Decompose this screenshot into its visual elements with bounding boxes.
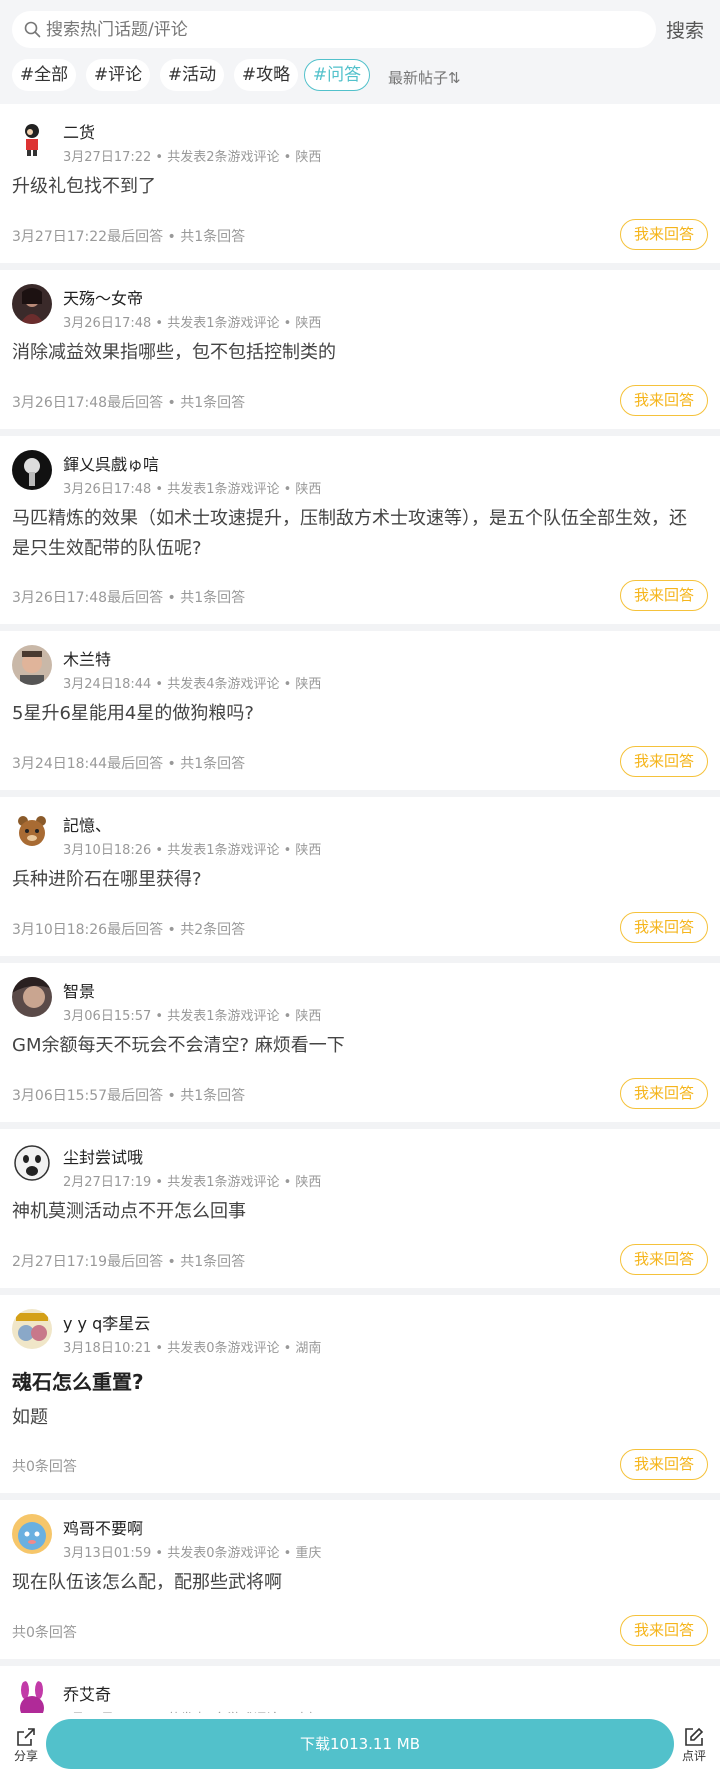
answer-button[interactable]: 我来回答	[620, 1449, 708, 1480]
avatar[interactable]	[12, 645, 52, 685]
username[interactable]: 二货	[63, 119, 95, 143]
search-input[interactable]	[46, 11, 646, 48]
avatar[interactable]	[12, 450, 52, 490]
search-box[interactable]	[12, 11, 656, 48]
share-label: 分享	[13, 1749, 38, 1763]
username[interactable]: 乔艾奇	[63, 1681, 111, 1705]
avatar[interactable]	[12, 284, 52, 324]
post-card[interactable]: 記憶、 3月10日18:26 • 共发表1条游戏评论 • 陕西 兵种进阶石在哪里…	[0, 797, 720, 956]
post-meta: 3月26日17:48 • 共发表1条游戏评论 • 陕西	[63, 482, 322, 497]
avatar[interactable]	[12, 118, 52, 158]
post-footer: 3月26日17:48最后回答 • 共1条回答	[12, 395, 246, 411]
username[interactable]: 智景	[63, 978, 95, 1002]
post-card[interactable]: 天殇～女帝 3月26日17:48 • 共发表1条游戏评论 • 陕西 消除减益效果…	[0, 270, 720, 429]
answer-button[interactable]: 我来回答	[620, 912, 708, 943]
post-content[interactable]: 消除减益效果指哪些，包不包括控制类的	[12, 338, 702, 368]
post-meta: 3月26日17:48 • 共发表1条游戏评论 • 陕西	[63, 316, 322, 331]
post-meta: 3月27日17:22 • 共发表2条游戏评论 • 陕西	[63, 150, 322, 165]
tag-all[interactable]: #全部	[12, 59, 76, 91]
post-footer: 2月27日17:19最后回答 • 共1条回答	[12, 1254, 246, 1270]
username[interactable]: 尘封尝试哦	[63, 1144, 143, 1168]
tag-activity[interactable]: #活动	[160, 59, 224, 91]
post-content[interactable]: 神机莫测活动点不开怎么回事	[12, 1197, 702, 1227]
tag-guide[interactable]: #攻略	[234, 59, 298, 91]
answer-button[interactable]: 我来回答	[620, 1244, 708, 1275]
answer-button[interactable]: 我来回答	[620, 1078, 708, 1109]
username[interactable]: 鍕乂呉戲ゅ唁	[63, 451, 159, 475]
post-card[interactable]: 尘封尝试哦 2月27日17:19 • 共发表1条游戏评论 • 陕西 神机莫测活动…	[0, 1129, 720, 1288]
post-footer: 3月10日18:26最后回答 • 共2条回答	[12, 922, 246, 938]
post-content[interactable]: GM余额每天不玩会不会清空? 麻烦看一下	[12, 1031, 702, 1061]
post-card[interactable]: 二货 3月27日17:22 • 共发表2条游戏评论 • 陕西 升级礼包找不到了 …	[0, 104, 720, 263]
post-content[interactable]: 如题	[12, 1403, 702, 1433]
tag-review[interactable]: #评论	[86, 59, 150, 91]
post-meta: 3月06日15:57 • 共发表1条游戏评论 • 陕西	[63, 1009, 322, 1024]
post-meta: 3月13日01:59 • 共发表0条游戏评论 • 重庆	[63, 1546, 322, 1561]
share-button[interactable]: 分享	[10, 1727, 42, 1764]
avatar[interactable]	[12, 1309, 52, 1349]
post-footer: 3月27日17:22最后回答 • 共1条回答	[12, 229, 246, 245]
avatar[interactable]	[12, 977, 52, 1017]
post-title[interactable]: 魂石怎么重置?	[12, 1366, 144, 1395]
answer-button[interactable]: 我来回答	[620, 580, 708, 611]
username[interactable]: y y q李星云	[63, 1310, 150, 1334]
post-content[interactable]: 兵种进阶石在哪里获得?	[12, 865, 702, 895]
review-label: 点评	[681, 1749, 706, 1763]
post-card[interactable]: 智景 3月06日15:57 • 共发表1条游戏评论 • 陕西 GM余额每天不玩会…	[0, 963, 720, 1122]
review-button[interactable]: 点评	[676, 1727, 712, 1764]
post-card[interactable]: 木兰特 3月24日18:44 • 共发表4条游戏评论 • 陕西 5星升6星能用4…	[0, 631, 720, 790]
post-meta: 3月18日10:21 • 共发表0条游戏评论 • 湖南	[63, 1341, 322, 1356]
answer-button[interactable]: 我来回答	[620, 385, 708, 416]
post-meta: 2月27日17:19 • 共发表1条游戏评论 • 陕西	[63, 1175, 322, 1190]
avatar[interactable]	[12, 1143, 52, 1183]
post-meta: 3月24日18:44 • 共发表4条游戏评论 • 陕西	[63, 677, 322, 692]
post-footer: 共0条回答	[12, 1625, 77, 1641]
answer-button[interactable]: 我来回答	[620, 746, 708, 777]
download-button[interactable]: 下载1013.11 MB	[46, 1719, 674, 1769]
username[interactable]: 記憶、	[63, 812, 111, 836]
post-card[interactable]: y y q李星云 3月18日10:21 • 共发表0条游戏评论 • 湖南 魂石怎…	[0, 1295, 720, 1493]
post-footer: 3月06日15:57最后回答 • 共1条回答	[12, 1088, 246, 1104]
post-footer: 共0条回答	[12, 1459, 77, 1475]
search-icon	[24, 21, 41, 38]
post-content[interactable]: 马匹精炼的效果（如术士攻速提升，压制敌方术士攻速等），是五个队伍全部生效，还是只…	[12, 504, 702, 564]
post-footer: 3月26日17:48最后回答 • 共1条回答	[12, 590, 246, 606]
post-content[interactable]: 5星升6星能用4星的做狗粮吗?	[12, 699, 702, 729]
share-icon	[17, 1728, 35, 1746]
top-bar: 搜索 #全部 #评论 #活动 #攻略 #问答 最新帖子⇅	[0, 0, 720, 104]
answer-button[interactable]: 我来回答	[620, 1615, 708, 1646]
username[interactable]: 鸡哥不要啊	[63, 1515, 143, 1539]
username[interactable]: 木兰特	[63, 646, 111, 670]
username[interactable]: 天殇～女帝	[63, 285, 143, 309]
post-card[interactable]: 鍕乂呉戲ゅ唁 3月26日17:48 • 共发表1条游戏评论 • 陕西 马匹精炼的…	[0, 436, 720, 624]
avatar[interactable]	[12, 811, 52, 851]
edit-icon	[685, 1727, 704, 1746]
search-button[interactable]: 搜索	[666, 16, 704, 43]
bottom-bar: 分享 下载1013.11 MB 点评	[0, 1713, 720, 1779]
post-content[interactable]: 升级礼包找不到了	[12, 172, 702, 202]
post-footer: 3月24日18:44最后回答 • 共1条回答	[12, 756, 246, 772]
post-card[interactable]: 鸡哥不要啊 3月13日01:59 • 共发表0条游戏评论 • 重庆 现在队伍该怎…	[0, 1500, 720, 1659]
answer-button[interactable]: 我来回答	[620, 219, 708, 250]
avatar[interactable]	[12, 1514, 52, 1554]
tag-qa[interactable]: #问答	[304, 59, 370, 91]
post-meta: 3月10日18:26 • 共发表1条游戏评论 • 陕西	[63, 843, 322, 858]
sort-latest[interactable]: 最新帖子⇅	[388, 67, 461, 88]
post-content[interactable]: 现在队伍该怎么配，配那些武将啊	[12, 1568, 702, 1598]
